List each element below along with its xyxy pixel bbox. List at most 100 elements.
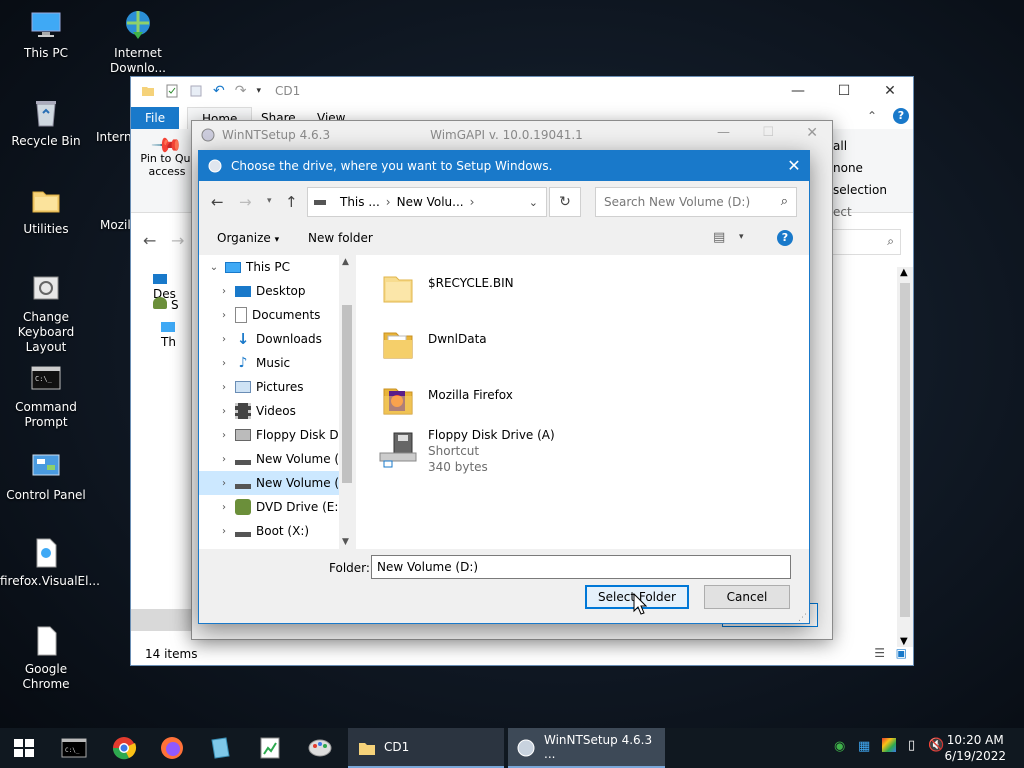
desktop-icon-command-prompt[interactable]: C:\_ Command Prompt	[0, 362, 92, 430]
scroll-thumb[interactable]	[900, 283, 910, 617]
breadcrumb-new-volume[interactable]: New Volu...	[397, 195, 464, 209]
chevron-right-icon[interactable]: ›	[217, 382, 231, 393]
list-item-mozilla-firefox-folder[interactable]: Mozilla Firefox	[376, 377, 513, 425]
large-icons-view-icon[interactable]: ▣	[896, 646, 907, 660]
nav-item-this-pc[interactable]: ⌄ This PC	[199, 255, 339, 279]
desktop-icon-change-keyboard[interactable]: Change Keyboard Layout	[0, 272, 92, 355]
chevron-right-icon[interactable]: ›	[217, 502, 231, 513]
taskbar-app-winntsetup[interactable]: WinNTSetup 4.6.3 ...	[508, 728, 665, 768]
close-button[interactable]: ✕	[867, 77, 913, 105]
folder-field[interactable]	[371, 555, 791, 579]
details-view-icon[interactable]: ☰	[874, 646, 885, 660]
organize-menu[interactable]: Organize ▾	[217, 231, 279, 245]
scroll-thumb[interactable]	[342, 305, 352, 483]
select-all-button[interactable]: all	[833, 135, 887, 157]
nav-item-new-volume-d[interactable]: › New Volume (D	[199, 471, 339, 495]
undo-icon[interactable]: ↶	[213, 83, 225, 99]
forward-arrow-icon[interactable]: →	[239, 193, 252, 211]
desktop-icon-internet-download[interactable]: Internet Downlo...	[92, 8, 184, 76]
tray-app-icon[interactable]: ▦	[858, 739, 870, 754]
desktop-icon-this-pc[interactable]: This PC	[0, 8, 92, 61]
desktop-icon-firefox-visualelements[interactable]: firefox.VisualEl...	[0, 536, 100, 589]
nav-item-downloads[interactable]: › ↓ Downloads	[199, 327, 339, 351]
nav-item-dvd-drive[interactable]: › DVD Drive (E:) I	[199, 495, 339, 519]
minimize-button[interactable]: —	[717, 125, 730, 140]
list-item-dwnldata-folder[interactable]: DwnlData	[376, 321, 487, 369]
nav-item-documents[interactable]: › Documents	[199, 303, 339, 327]
new-folder-button[interactable]: New folder	[308, 231, 373, 245]
scroll-down-icon[interactable]: ▼	[342, 537, 349, 547]
taskbar-app-cd1[interactable]: CD1	[348, 728, 504, 768]
maximize-button[interactable]: ☐	[821, 77, 867, 105]
explorer-scrollbar[interactable]: ▲ ▼	[897, 267, 913, 647]
recent-locations-chevron-icon[interactable]: ▾	[267, 196, 272, 206]
paint-tool-icon[interactable]	[306, 734, 334, 762]
nav-item-floppy[interactable]: › Floppy Disk Dri	[199, 423, 339, 447]
chevron-right-icon[interactable]: ›	[217, 478, 231, 489]
choose-folder-dialog[interactable]: Choose the drive, where you want to Setu…	[198, 150, 810, 624]
nav-item-this-pc[interactable]: Th	[161, 321, 191, 349]
chevron-right-icon[interactable]: ›	[217, 526, 231, 537]
cancel-button[interactable]: Cancel	[704, 585, 790, 609]
notepad-icon[interactable]	[206, 734, 234, 762]
view-chevron-down-icon[interactable]: ▾	[739, 232, 744, 242]
resize-grip-icon[interactable]: ⋰	[798, 613, 807, 623]
quick-access-dropdown-icon[interactable]: ▾	[256, 86, 261, 96]
select-none-button[interactable]: none	[833, 157, 887, 179]
minimize-button[interactable]: —	[775, 77, 821, 105]
chevron-right-icon[interactable]: ›	[217, 334, 231, 345]
clock[interactable]: 10:20 AM 6/19/2022	[944, 732, 1006, 764]
command-prompt-taskbar-icon[interactable]: C:\_	[60, 734, 88, 762]
breadcrumb-this-pc[interactable]: This ...	[340, 195, 380, 209]
nav-item-music[interactable]: › ♪ Music	[199, 351, 339, 375]
search-input[interactable]: Search New Volume (D:) ⌕	[595, 187, 797, 217]
nav-item-videos[interactable]: › Videos	[199, 399, 339, 423]
help-icon[interactable]: ?	[777, 230, 793, 246]
scroll-up-icon[interactable]: ▲	[342, 257, 349, 267]
nav-item-boot-x[interactable]: › Boot (X:)	[199, 519, 339, 543]
back-arrow-icon[interactable]: ←	[211, 193, 224, 211]
invert-selection-button[interactable]: selection	[833, 179, 887, 201]
address-dropdown-icon[interactable]: ⌄	[529, 196, 538, 209]
new-folder-icon[interactable]	[189, 84, 203, 98]
chevron-right-icon[interactable]: ›	[217, 430, 231, 441]
chevron-down-icon[interactable]: ⌄	[207, 262, 221, 273]
nav-item-user[interactable]: S	[153, 297, 179, 312]
properties-icon[interactable]	[165, 84, 179, 98]
up-arrow-icon[interactable]: ↑	[285, 193, 298, 211]
maximize-button[interactable]: ☐	[762, 125, 774, 140]
chevron-right-icon[interactable]: ›	[217, 358, 231, 369]
desktop-icon-recycle-bin[interactable]: Recycle Bin	[0, 96, 92, 149]
list-item-floppy-shortcut[interactable]: Floppy Disk Drive (A) Shortcut 340 bytes	[376, 425, 555, 485]
chevron-right-icon[interactable]: ›	[217, 310, 231, 321]
nav-item-desktop[interactable]: › Desktop	[199, 279, 339, 303]
desktop-icon-utilities[interactable]: Utilities	[0, 184, 92, 237]
network-globe-icon[interactable]: ◉	[834, 739, 845, 754]
nav-item-new-volume-c[interactable]: › New Volume (C	[199, 447, 339, 471]
chevron-right-icon[interactable]: ›	[217, 406, 231, 417]
desktop-icon-google-chrome[interactable]: Google Chrome	[0, 624, 92, 692]
help-icon[interactable]: ?	[893, 108, 909, 124]
start-button[interactable]	[0, 728, 48, 768]
desktop-icon-control-panel[interactable]: Control Panel	[0, 450, 92, 503]
nav-item-pictures[interactable]: › Pictures	[199, 375, 339, 399]
ribbon-collapse-icon[interactable]: ⌃	[867, 109, 877, 123]
chart-editor-icon[interactable]	[256, 734, 284, 762]
forward-arrow-icon[interactable]: →	[171, 231, 184, 250]
navigation-scrollbar[interactable]: ▲ ▼	[339, 255, 355, 549]
redo-icon[interactable]: ↷	[235, 83, 247, 99]
list-item-recycle-bin-folder[interactable]: $RECYCLE.BIN	[376, 265, 514, 313]
display-color-icon[interactable]	[882, 738, 896, 752]
chevron-right-icon[interactable]: ›	[217, 454, 231, 465]
explorer-search-box[interactable]: ⌕	[821, 229, 901, 255]
close-button[interactable]: ✕	[806, 125, 818, 141]
firefox-icon[interactable]	[158, 734, 186, 762]
pin-quick-access-button[interactable]: 📌 Pin to Qui access	[137, 128, 197, 178]
usb-drive-icon[interactable]: ▯	[908, 738, 915, 753]
view-options-icon[interactable]: ▤	[713, 230, 725, 245]
address-bar[interactable]: This ... › New Volu... › ⌄	[307, 187, 547, 217]
back-arrow-icon[interactable]: ←	[143, 231, 156, 250]
chrome-icon[interactable]	[110, 734, 138, 762]
close-icon[interactable]: ✕	[779, 151, 809, 181]
scroll-up-icon[interactable]: ▲	[900, 267, 908, 278]
